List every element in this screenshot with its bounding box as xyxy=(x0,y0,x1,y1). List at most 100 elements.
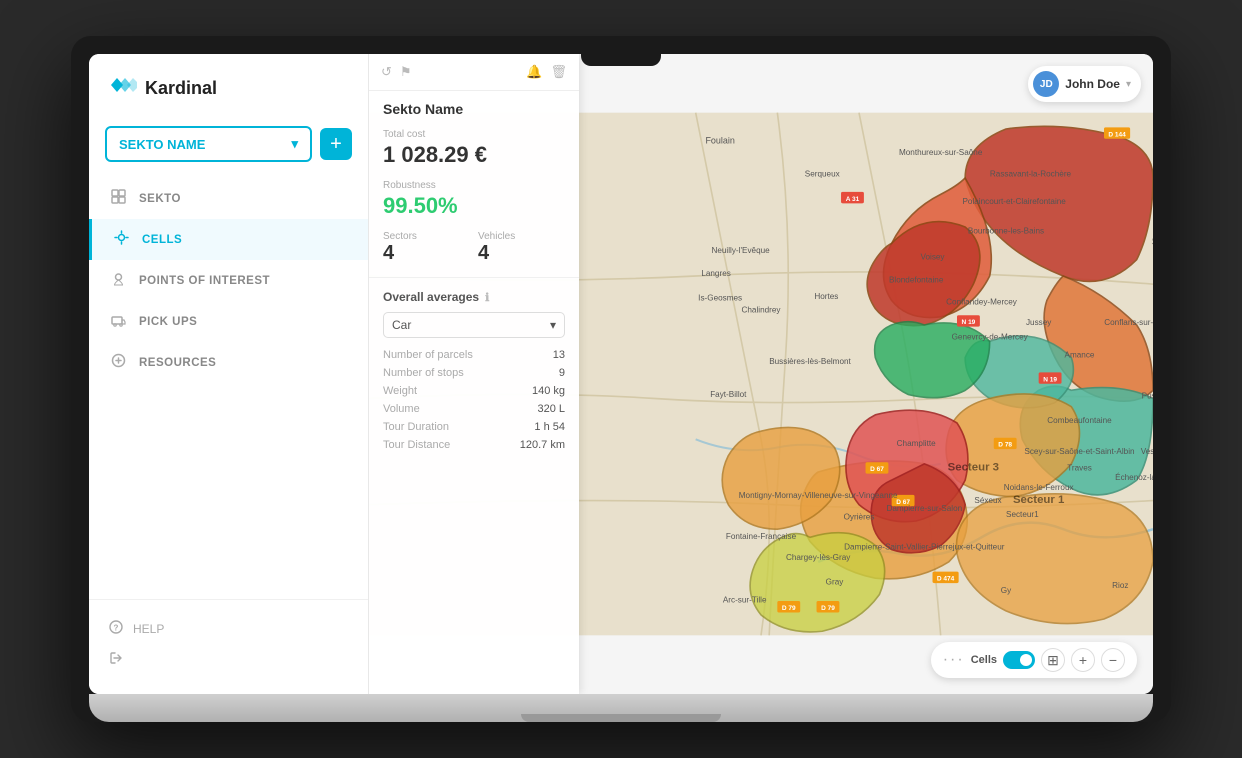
sectors-value: 4 xyxy=(383,242,470,265)
flag-icon[interactable]: ⚑ xyxy=(400,64,412,80)
svg-text:Scey-sur-Saône-et-Saint-Albin: Scey-sur-Saône-et-Saint-Albin xyxy=(1024,447,1134,456)
volume-key: Volume xyxy=(383,403,420,415)
robustness-label: Robustness xyxy=(383,180,565,191)
help-item[interactable]: ? HELP xyxy=(109,612,348,645)
sidebar-item-cells[interactable]: CELLS xyxy=(89,219,368,260)
trash-icon[interactable]: 🗑 xyxy=(550,64,567,80)
user-name: John Doe xyxy=(1065,77,1120,91)
zoom-out-button[interactable]: − xyxy=(1101,648,1125,672)
svg-text:Pusey: Pusey xyxy=(1142,392,1153,401)
robustness-card: Robustness 99.50% xyxy=(369,174,579,225)
vehicles-metric: Vehicles 4 xyxy=(478,231,565,265)
sidebar-item-poi[interactable]: POINTS OF INTEREST xyxy=(89,260,368,301)
stats-row-weight: Weight 140 kg xyxy=(383,382,565,400)
user-chevron-icon: ▾ xyxy=(1126,79,1131,90)
poi-icon xyxy=(109,271,127,290)
panel-toolbar: ↺ ⚑ 🔔 🗑 xyxy=(369,54,579,91)
history-icon[interactable]: ↺ xyxy=(381,64,392,80)
svg-text:Rioz: Rioz xyxy=(1112,581,1128,590)
svg-text:Dampierre-sur-Salon: Dampierre-sur-Salon xyxy=(886,504,962,513)
svg-text:Conflandey-Mercey: Conflandey-Mercey xyxy=(946,298,1018,307)
map-controls: ··· Cells ⊞ + − xyxy=(931,642,1137,678)
secteur3-label: Secteur 3 xyxy=(948,461,999,473)
sekto-icon xyxy=(109,189,127,208)
bell-icon[interactable]: 🔔 xyxy=(526,64,542,80)
cells-label-nav: CELLS xyxy=(142,234,182,246)
svg-text:Blondefontaine: Blondefontaine xyxy=(889,276,944,285)
svg-text:Gray: Gray xyxy=(826,578,845,587)
svg-text:N 19: N 19 xyxy=(1043,376,1057,383)
svg-text:Secteur1: Secteur1 xyxy=(1006,510,1039,519)
vehicle-select[interactable]: Car ▾ xyxy=(383,312,565,338)
cells-toggle[interactable] xyxy=(1003,651,1035,669)
dots-icon: ··· xyxy=(943,651,965,669)
vehicles-label: Vehicles xyxy=(478,231,565,242)
svg-text:D 474: D 474 xyxy=(937,576,955,583)
svg-text:Dampierre-Saint-Vallier-Pierre: Dampierre-Saint-Vallier-Pierrejux-et-Qui… xyxy=(844,543,1005,552)
svg-text:Noidans-le-Ferroux: Noidans-le-Ferroux xyxy=(1004,483,1074,492)
total-cost-value: 1 028.29 € xyxy=(383,142,565,168)
dropdown-label: SEKTO NAME xyxy=(119,137,205,152)
svg-text:N 19: N 19 xyxy=(962,319,976,326)
toolbar-icons: ↺ ⚑ xyxy=(381,64,412,80)
svg-text:D 78: D 78 xyxy=(998,442,1012,449)
svg-text:Monthureu­x-sur-Saône: Monthureu­x-sur-Saône xyxy=(899,148,983,157)
sidebar-item-pickups[interactable]: PICK UPS xyxy=(89,301,368,342)
svg-text:Polaincourt-et-Clairefontaine: Polaincourt-et-Clairefontaine xyxy=(962,197,1066,206)
svg-text:Séxeux: Séxeux xyxy=(974,496,1001,505)
help-label: HELP xyxy=(133,622,164,636)
user-badge[interactable]: JD John Doe ▾ xyxy=(1028,66,1141,102)
svg-text:Serqueux: Serqueux xyxy=(805,169,840,178)
sekto-dropdown[interactable]: SEKTO NAME ▾ xyxy=(105,126,312,162)
logo-text: Kardinal xyxy=(145,78,217,99)
sidebar-item-sekto[interactable]: SEKTO xyxy=(89,178,368,219)
svg-text:Chargey-lès-Gray: Chargey-lès-Gray xyxy=(786,553,851,562)
secteur4-label: Secteur 4 xyxy=(1152,236,1153,248)
toolbar-icons-right: 🔔 🗑 xyxy=(526,64,567,80)
svg-text:Fayt-Billot: Fayt-Billot xyxy=(710,390,747,399)
layers-button[interactable]: ⊞ xyxy=(1041,648,1065,672)
svg-text:Oyrières: Oyrières xyxy=(844,512,875,521)
stats-row-distance: Tour Distance 120.7 km xyxy=(383,436,565,454)
robustness-value: 99.50% xyxy=(383,193,565,219)
parcels-key: Number of parcels xyxy=(383,349,473,361)
stats-table: Number of parcels 13 Number of stops 9 W… xyxy=(369,342,579,458)
vehicle-type: Car xyxy=(392,318,411,332)
stats-row-stops: Number of stops 9 xyxy=(383,364,565,382)
svg-text:Is-Geosmes: Is-Geosmes xyxy=(698,294,742,303)
svg-text:Hortes: Hortes xyxy=(814,292,838,301)
cells-icon xyxy=(112,230,130,249)
svg-text:Voisey: Voisey xyxy=(920,253,945,262)
logout-item[interactable] xyxy=(109,645,348,674)
info-icon: ℹ xyxy=(485,291,489,304)
poi-label: POINTS OF INTEREST xyxy=(139,275,270,287)
stats-row-volume: Volume 320 L xyxy=(383,400,565,418)
zoom-in-button[interactable]: + xyxy=(1071,648,1095,672)
svg-text:Chalindrey: Chalindrey xyxy=(742,306,782,315)
svg-text:A 31: A 31 xyxy=(846,196,860,203)
user-initials: JD xyxy=(1040,79,1053,90)
averages-label: Overall averages xyxy=(383,290,479,304)
distance-val: 120.7 km xyxy=(520,439,565,451)
svg-text:Foulain: Foulain xyxy=(705,136,734,146)
svg-text:Vesoul: Vesoul xyxy=(1141,447,1153,456)
camera-notch xyxy=(581,54,661,66)
sekto-label: SEKTO xyxy=(139,193,181,205)
stats-row-duration: Tour Duration 1 h 54 xyxy=(383,418,565,436)
svg-text:Montigny-Mornay-Villeneuve-sur: Montigny-Mornay-Villeneuve-sur-Vingeanne xyxy=(739,491,898,500)
sectors-label: Sectors xyxy=(383,231,470,242)
weight-val: 140 kg xyxy=(532,385,565,397)
stops-key: Number of stops xyxy=(383,367,464,379)
sidebar-item-resources[interactable]: RESOURCES xyxy=(89,342,368,383)
svg-text:?: ? xyxy=(114,624,119,633)
duration-key: Tour Duration xyxy=(383,421,449,433)
svg-text:Arc-sur-Tille: Arc-sur-Tille xyxy=(723,596,767,605)
svg-text:Bussières-lès-Belmont: Bussières-lès-Belmont xyxy=(769,357,851,366)
duration-val: 1 h 54 xyxy=(534,421,565,433)
logo: Kardinal xyxy=(89,54,368,118)
parcels-val: 13 xyxy=(553,349,565,361)
svg-text:Rassavant-la-Rochère: Rassavant-la-Rochère xyxy=(990,169,1072,178)
svg-text:Champlitte: Champlitte xyxy=(897,439,936,448)
total-cost-card: Total cost 1 028.29 € xyxy=(369,123,579,174)
add-button[interactable]: + xyxy=(320,128,352,160)
